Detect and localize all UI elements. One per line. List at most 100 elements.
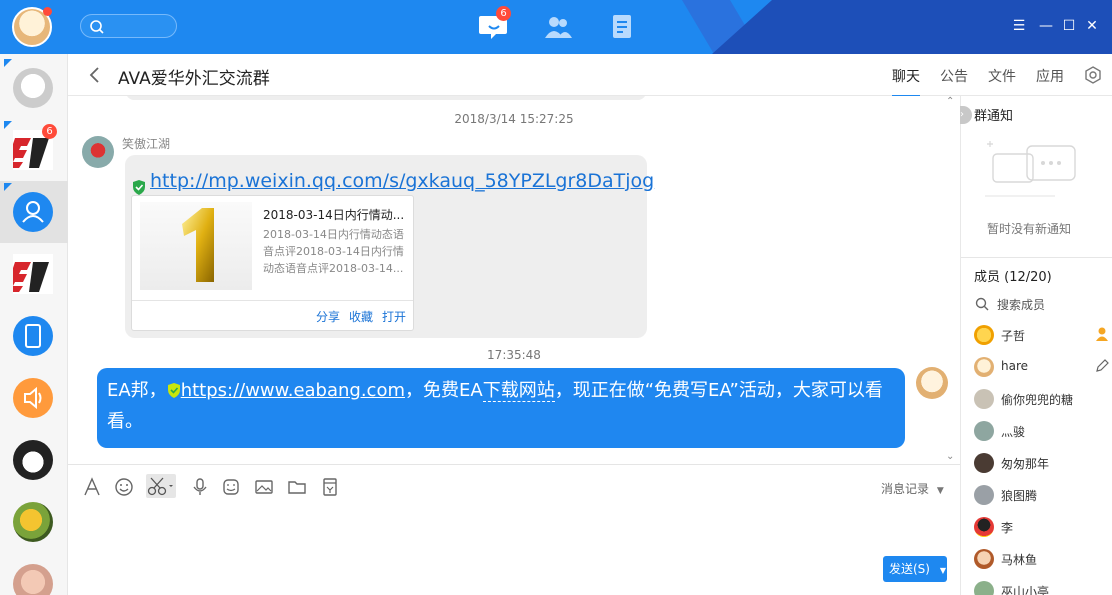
member-name: hare [1001, 359, 1029, 373]
maximize-icon[interactable]: ☐ [1059, 16, 1079, 36]
rail-badge: 6 [42, 124, 57, 139]
message-text: EA邦， [107, 380, 167, 401]
favorite-button[interactable]: 收藏 [349, 308, 373, 325]
message-input[interactable]: 发送(S) ▼ [68, 508, 960, 595]
eabang-link[interactable]: https://www.eabang.com [181, 380, 405, 401]
font-icon[interactable] [82, 477, 102, 497]
search-icon [90, 20, 104, 34]
member-search[interactable]: 搜索成员 [975, 296, 1045, 313]
send-button[interactable]: 发送(S) ▼ [883, 556, 947, 582]
pinned-marker [4, 183, 12, 191]
article-link[interactable]: http://mp.weixin.qq.com/s/gxkauq_58YPZLg… [150, 170, 654, 192]
speaker-icon [13, 378, 53, 418]
qq-chat-window: 6 ☰ — ☐ ✕ 6 AVA爱华外汇交流群 聊天 公告 文件 应用 ⌃ 201… [0, 0, 1112, 595]
safe-link-shield-icon [167, 383, 180, 398]
nav-apps[interactable] [604, 10, 640, 44]
search-box[interactable] [80, 14, 177, 38]
member-item[interactable]: 灬骏 [974, 418, 1110, 444]
anime-character-avatar [13, 68, 53, 108]
nav-contacts[interactable] [540, 10, 576, 44]
rail-item-speaker[interactable] [0, 367, 68, 429]
edit-pencil-icon[interactable] [1094, 358, 1110, 374]
minimize-icon[interactable]: — [1036, 16, 1056, 36]
member-item[interactable]: 狼图腾 [974, 482, 1110, 508]
rail-item-anime[interactable] [0, 57, 68, 119]
member-name: 子哲 [1001, 329, 1026, 343]
member-item[interactable]: 匆匆那年 [974, 450, 1110, 476]
message-history-button[interactable]: 消息记录 ▼ [881, 480, 944, 497]
scroll-down-icon[interactable]: ⌄ [946, 451, 954, 462]
message-text: ，免费EA [405, 380, 483, 401]
pinned-marker [4, 59, 12, 67]
contacts-icon [545, 17, 572, 38]
rail-item-tablet[interactable] [0, 305, 68, 367]
member-search-label: 搜索成员 [997, 298, 1046, 312]
member-avatar [974, 581, 994, 595]
group-owner-icon [1096, 327, 1108, 341]
tab-chat[interactable]: 聊天 [892, 66, 920, 97]
rail-item-ea-2[interactable] [0, 243, 68, 305]
gold-number-one-icon [182, 208, 214, 282]
member-item[interactable]: 李 [974, 514, 1110, 540]
menu-icon[interactable]: ☰ [1009, 16, 1029, 36]
empty-notice-illustration-icon [985, 141, 1076, 197]
sender-avatar[interactable] [82, 136, 114, 168]
open-button[interactable]: 打开 [382, 308, 406, 325]
emoji-icon[interactable] [114, 477, 134, 497]
tab-apps[interactable]: 应用 [1036, 66, 1064, 86]
member-item[interactable]: 巫山小亭 [974, 578, 1110, 595]
member-item[interactable]: 子哲 [974, 322, 1110, 348]
rail-item-ea[interactable]: 6 [0, 119, 68, 181]
my-avatar[interactable] [12, 7, 52, 47]
timestamp: 17:35:48 [487, 348, 541, 362]
member-item[interactable]: 马林鱼 [974, 546, 1110, 572]
card-description: 2018-03-14日内行情动态语音点评2018-03-14日内行情动态语音点评… [263, 228, 404, 275]
baby-photo-avatar [13, 564, 53, 595]
rail-item-cake[interactable] [0, 491, 68, 553]
microphone-icon[interactable] [190, 477, 210, 497]
rail-item-group-active[interactable] [0, 181, 68, 243]
notification-dot [43, 7, 52, 16]
screenshot-button[interactable] [146, 474, 176, 498]
member-item[interactable]: hare [974, 354, 1110, 380]
tab-announcement[interactable]: 公告 [940, 66, 968, 86]
rail-item-anime-boy[interactable] [0, 429, 68, 491]
tablet-icon [13, 316, 53, 356]
sticker-icon[interactable] [221, 477, 241, 497]
settings-icon[interactable] [1084, 66, 1102, 84]
incoming-message-bubble: http://mp.weixin.qq.com/s/gxkauq_58YPZLg… [125, 155, 654, 338]
history-label: 消息记录 [881, 482, 930, 496]
conversation-rail: 6 [0, 54, 68, 595]
rail-item-baby[interactable] [0, 553, 68, 595]
folder-icon[interactable] [287, 477, 307, 497]
member-avatar [974, 453, 994, 473]
share-button[interactable]: 分享 [316, 308, 340, 325]
close-icon[interactable]: ✕ [1082, 16, 1102, 36]
nav-messages[interactable]: 6 [476, 6, 512, 44]
member-avatar [974, 485, 994, 505]
my-message-avatar[interactable] [916, 367, 948, 399]
message-list[interactable]: ⌃ 2018/3/14 15:27:25 笑傲江湖 http://mp.weix… [68, 96, 960, 464]
send-options-caret-icon[interactable]: ▼ [940, 566, 946, 575]
search-icon [975, 297, 989, 311]
fruit-cake-avatar [13, 502, 53, 542]
chat-header: AVA爱华外汇交流群 聊天 公告 文件 应用 [68, 54, 1112, 97]
member-avatar [974, 357, 994, 377]
back-arrow-icon[interactable] [88, 66, 100, 84]
member-name: 匆匆那年 [1001, 457, 1050, 471]
title-bar: 6 ☰ — ☐ ✕ [0, 0, 1112, 54]
red-packet-icon[interactable] [320, 477, 340, 497]
tab-files[interactable]: 文件 [988, 66, 1016, 86]
scroll-up-icon[interactable]: ⌃ [946, 96, 954, 107]
collapse-panel-icon[interactable]: › [960, 106, 972, 124]
article-card[interactable]: 2018-03-14日内行情动... 2018-03-14日内行情动态语音点评2… [131, 195, 414, 331]
scissors-icon [147, 477, 173, 496]
image-icon[interactable] [254, 477, 274, 497]
timestamp: 2018/3/14 15:27:25 [454, 112, 574, 126]
member-avatar [974, 389, 994, 409]
highlighted-keyword[interactable]: 下载网站 [482, 380, 555, 402]
send-label: 发送(S) [889, 562, 930, 576]
member-item[interactable]: 偷你兜兜的糖 [974, 386, 1110, 412]
member-name: 狼图腾 [1001, 489, 1038, 503]
messages-badge: 6 [496, 6, 511, 21]
